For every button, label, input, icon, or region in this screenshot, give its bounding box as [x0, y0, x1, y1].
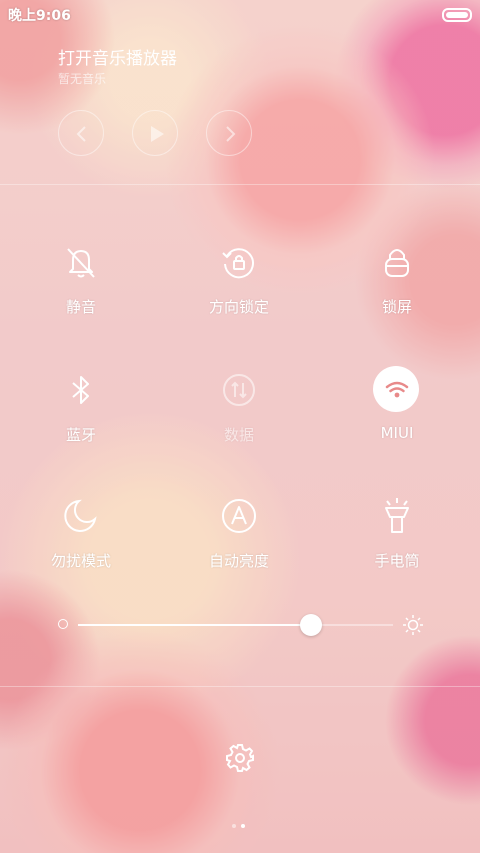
- brightness-fill: [78, 624, 312, 626]
- toggle-label: 数据: [223, 426, 254, 444]
- brightness-slider[interactable]: [78, 614, 393, 636]
- toggle-mute[interactable]: 静音: [21, 242, 141, 317]
- page-indicator: [232, 813, 250, 832]
- settings-gear-icon[interactable]: [225, 743, 255, 773]
- bluetooth-icon: [61, 370, 101, 410]
- divider: [0, 686, 480, 687]
- music-player-title[interactable]: 打开音乐播放器: [58, 44, 177, 69]
- toggle-rotation-lock[interactable]: 方向锁定: [179, 242, 299, 317]
- next-icon: [226, 126, 236, 142]
- auto-brightness-icon: [219, 496, 259, 536]
- toggle-label: 蓝牙: [65, 426, 96, 444]
- brightness-low-icon: [58, 619, 68, 629]
- toggle-do-not-disturb[interactable]: 勿扰模式: [21, 496, 141, 571]
- lock-icon: [377, 242, 417, 282]
- clock: 晚上9:06: [8, 8, 71, 24]
- toggle-flashlight[interactable]: 手电筒: [337, 496, 457, 571]
- toggle-label: 手电筒: [374, 552, 420, 570]
- play-button[interactable]: [132, 110, 178, 156]
- toggle-label: 勿扰模式: [50, 552, 111, 570]
- toggle-label: 锁屏: [381, 298, 412, 316]
- play-icon: [151, 126, 164, 142]
- mute-bell-icon: [61, 242, 101, 282]
- previous-button[interactable]: [58, 110, 104, 156]
- toggle-label: 方向锁定: [208, 298, 269, 316]
- toggle-label: 自动亮度: [208, 552, 269, 570]
- flashlight-icon: [377, 496, 417, 536]
- status-bar: 晚上9:06: [0, 0, 480, 26]
- toggle-mobile-data[interactable]: 数据: [179, 370, 299, 445]
- toggle-auto-brightness[interactable]: 自动亮度: [179, 496, 299, 571]
- previous-icon: [76, 126, 86, 142]
- mobile-data-icon: [219, 370, 259, 410]
- toggle-bluetooth[interactable]: 蓝牙: [21, 370, 141, 445]
- rotation-lock-icon: [219, 242, 259, 282]
- toggle-label: 静音: [65, 298, 96, 316]
- toggle-wifi[interactable]: MIUI: [337, 366, 457, 442]
- toggle-label: MIUI: [380, 424, 414, 442]
- battery-icon: [442, 8, 472, 22]
- page-dot: [232, 824, 236, 828]
- brightness-handle[interactable]: [300, 614, 323, 636]
- music-status: 暂无音乐: [58, 72, 107, 86]
- page-dot-active: [241, 824, 245, 828]
- next-button[interactable]: [206, 110, 252, 156]
- toggle-lock-screen[interactable]: 锁屏: [337, 242, 457, 317]
- wifi-icon: [373, 366, 419, 412]
- divider: [0, 184, 480, 185]
- brightness-high-icon: [403, 615, 423, 635]
- moon-icon: [61, 496, 101, 536]
